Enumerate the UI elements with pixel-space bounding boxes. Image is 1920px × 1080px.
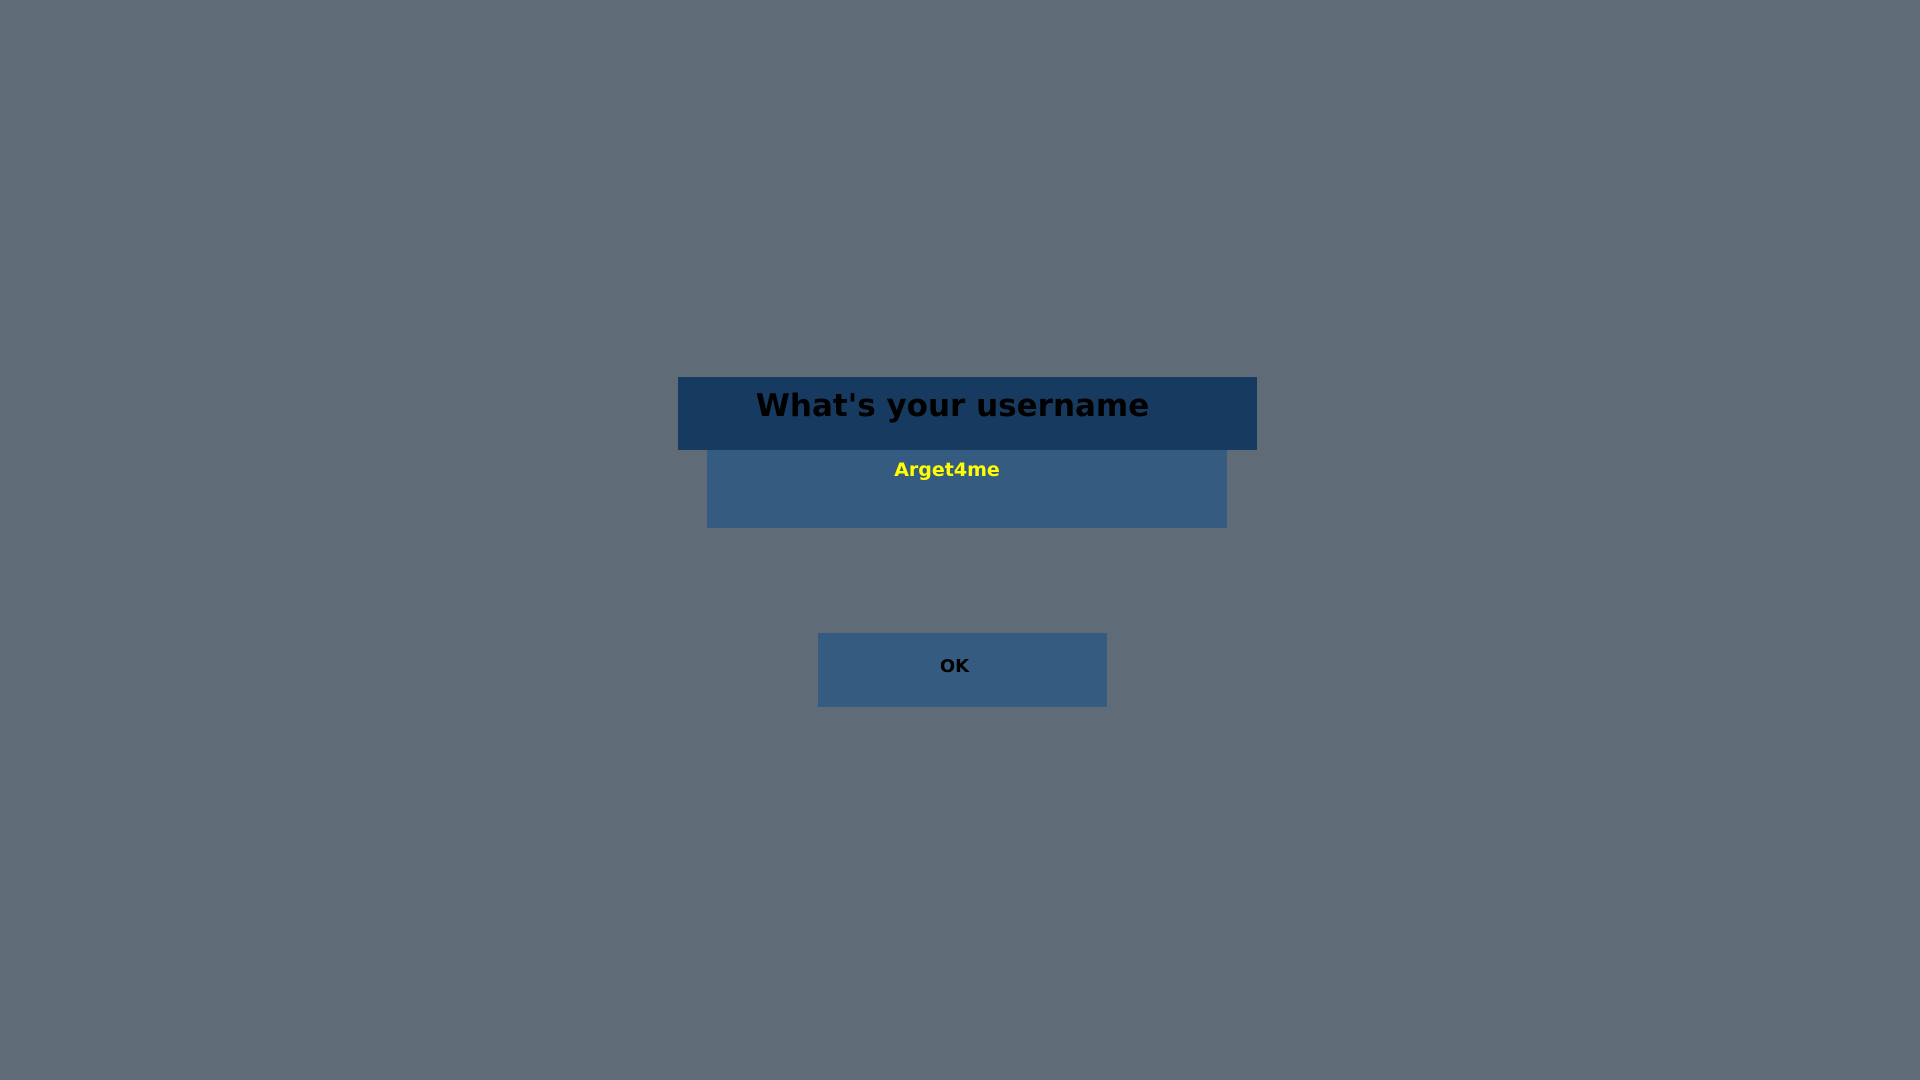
prompt-title: What's your username: [755, 388, 1150, 424]
ok-button[interactable]: OK: [818, 633, 1107, 707]
username-screen: { "dialog": { "title": "What's your user…: [0, 0, 1920, 1080]
username-input[interactable]: [707, 450, 1227, 528]
prompt-header: What's your username: [678, 377, 1257, 450]
